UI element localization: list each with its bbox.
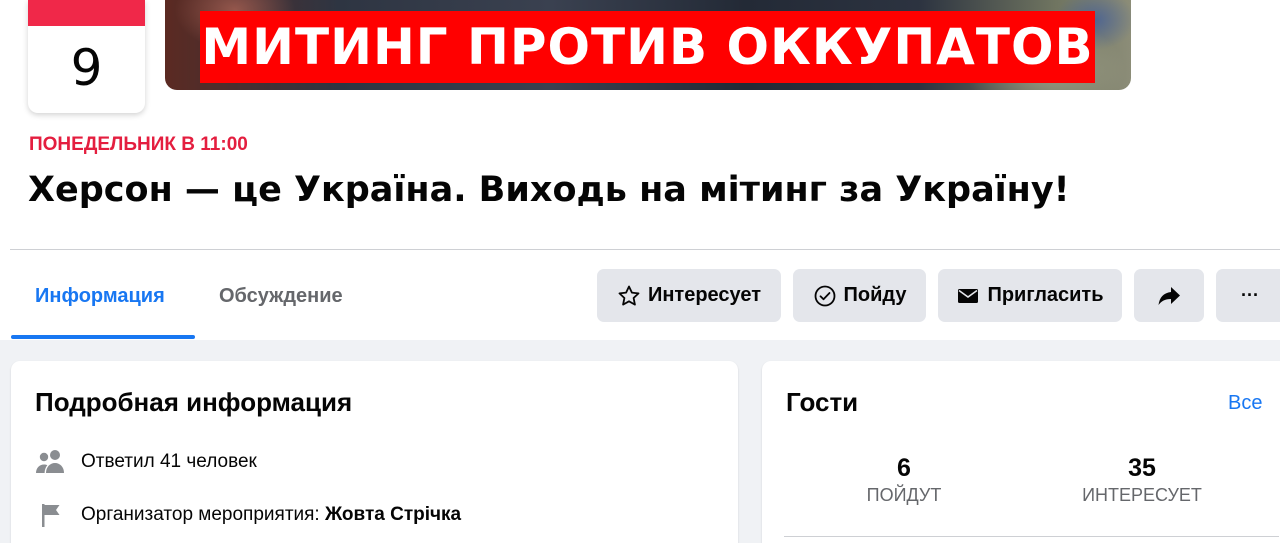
tab-discussion[interactable]: Обсуждение: [219, 285, 343, 308]
organizer-link[interactable]: Жовта Стрічка: [325, 504, 461, 525]
see-all-guests-link[interactable]: Все: [1228, 392, 1262, 415]
guests-card: Гости Все 6 ПОЙДУТ 35 ИНТЕРЕСУЕТ: [762, 361, 1280, 543]
details-heading: Подробная информация: [35, 387, 353, 417]
header-divider: [10, 249, 1280, 250]
interested-label: ИНТЕРЕСУЕТ: [1082, 485, 1202, 505]
more-options-button[interactable]: ···: [1216, 269, 1280, 322]
going-button-label: Пойду: [843, 284, 907, 306]
going-button[interactable]: Пойду: [793, 269, 926, 322]
cover-banner-text: МИТИНГ ПРОТИВ ОККУПАТОВ: [201, 18, 1094, 76]
share-arrow-icon: [1158, 286, 1180, 305]
guests-divider: [784, 536, 1279, 537]
calendar-badge-strip: [28, 0, 145, 26]
organizer-row: Организатор мероприятия: Жовта Стрічка: [35, 501, 461, 529]
active-tab-indicator: [11, 335, 195, 339]
event-datetime: ПОНЕДЕЛЬНИК В 11:00: [29, 134, 248, 155]
cover-photo[interactable]: МИТИНГ ПРОТИВ ОККУПАТОВ: [165, 0, 1131, 90]
going-count: 6: [897, 454, 911, 482]
envelope-icon: [958, 288, 979, 303]
going-stat[interactable]: 6 ПОЙДУТ: [824, 453, 984, 507]
star-icon: [618, 285, 640, 305]
invite-button[interactable]: Пригласить: [938, 269, 1122, 322]
responded-row: Ответил 41 человек: [35, 449, 257, 475]
interested-stat[interactable]: 35 ИНТЕРЕСУЕТ: [1062, 453, 1222, 507]
interested-button-label: Интересует: [647, 284, 762, 306]
invite-button-label: Пригласить: [987, 284, 1104, 306]
guests-heading: Гости: [786, 387, 859, 417]
more-icon: ···: [1241, 285, 1259, 305]
details-card: Подробная информация Ответил 41 человек …: [11, 361, 738, 543]
flag-icon: [35, 501, 67, 529]
cover-banner: МИТИНГ ПРОТИВ ОККУПАТОВ: [200, 11, 1095, 83]
share-button[interactable]: [1134, 269, 1204, 322]
people-icon: [35, 449, 67, 475]
organizer-prefix: Организатор мероприятия:: [81, 504, 320, 525]
tab-information[interactable]: Информация: [35, 285, 165, 308]
responded-text: Ответил 41 человек: [81, 451, 257, 472]
event-header: 9 МИТИНГ ПРОТИВ ОККУПАТОВ ПОНЕДЕЛЬНИК В …: [0, 0, 1280, 340]
interested-button[interactable]: Интересует: [597, 269, 781, 322]
going-label: ПОЙДУТ: [866, 485, 942, 505]
calendar-day: 9: [70, 39, 103, 97]
calendar-badge: 9: [28, 0, 145, 113]
check-circle-icon: [814, 285, 835, 306]
event-title: Херсон — це Україна. Виходь на мітинг за…: [28, 170, 1070, 210]
interested-count: 35: [1128, 454, 1156, 482]
